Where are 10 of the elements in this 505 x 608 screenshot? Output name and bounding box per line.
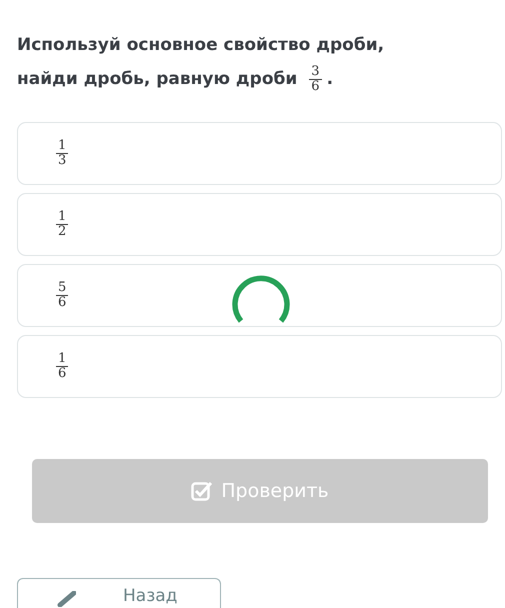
answer-option[interactable]: 1 3 bbox=[17, 122, 502, 185]
fraction: 1 2 bbox=[55, 210, 70, 239]
answer-option[interactable]: 1 6 bbox=[17, 335, 502, 398]
back-button[interactable]: Назад bbox=[17, 578, 221, 608]
answer-option[interactable]: 1 2 bbox=[17, 193, 502, 256]
checkbox-icon bbox=[191, 481, 214, 501]
answer-option[interactable]: 5 6 bbox=[17, 264, 502, 327]
fraction: 1 6 bbox=[55, 352, 70, 381]
fraction: 1 3 bbox=[55, 139, 70, 168]
fraction: 5 6 bbox=[55, 281, 70, 310]
